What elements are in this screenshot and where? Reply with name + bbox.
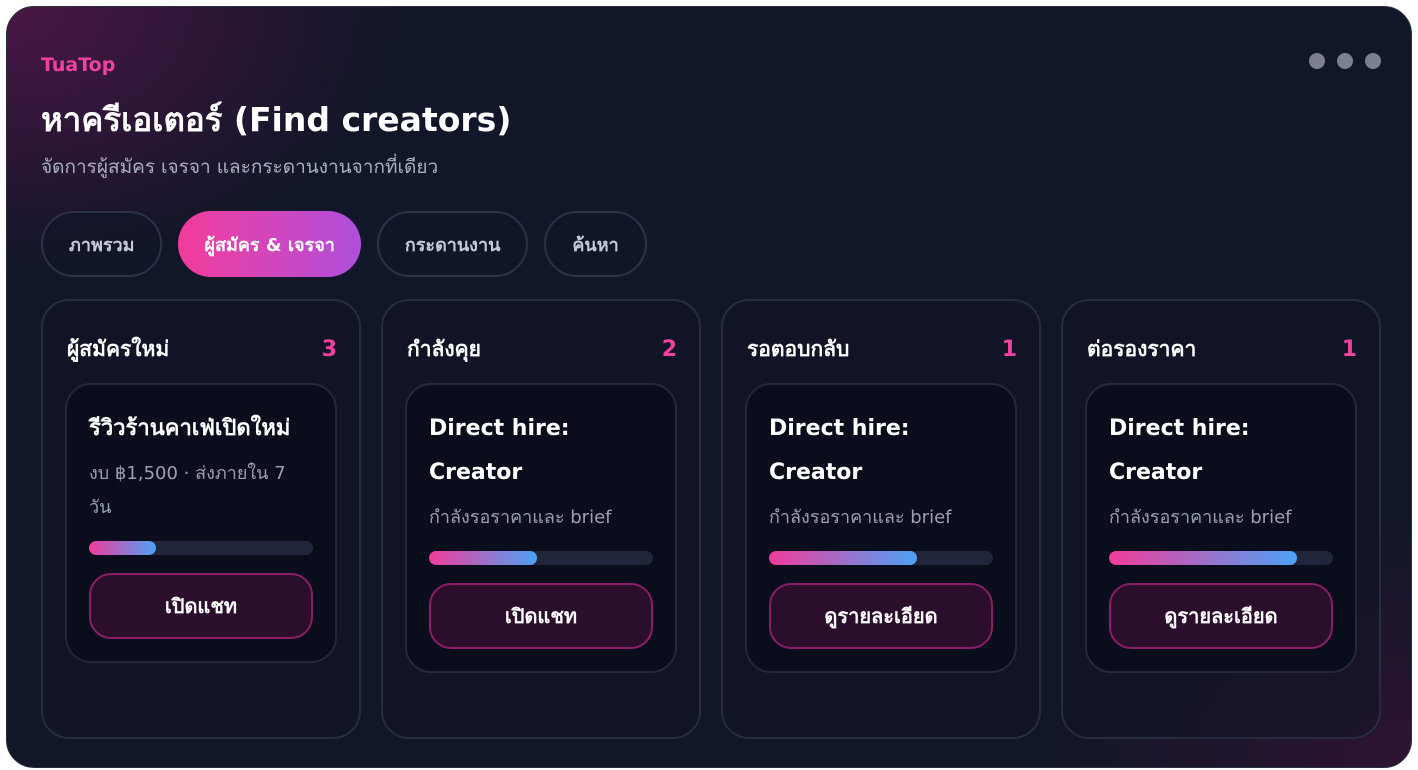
job-card[interactable]: Direct hire: Creator กำลังรอราคาและ brie… xyxy=(1085,383,1357,673)
job-card[interactable]: รีวิวร้านคาเฟ่เปิดใหม่ งบ ฿1,500 · ส่งภา… xyxy=(65,383,337,663)
tab-job-board[interactable]: กระดานงาน xyxy=(376,211,529,277)
view-details-button[interactable]: ดูรายละเอียด xyxy=(1109,583,1333,649)
job-card[interactable]: Direct hire: Creator กำลังรอราคาและ brie… xyxy=(405,383,677,673)
progress-fill xyxy=(89,541,157,555)
more-dot-icon xyxy=(1309,53,1325,69)
column-in-conversation: กำลังคุย 2 Direct hire: Creator กำลังรอร… xyxy=(381,299,701,739)
progress-fill xyxy=(1109,551,1298,565)
column-title: ผู้สมัครใหม่ xyxy=(67,337,170,361)
column-header: ผู้สมัครใหม่ 3 xyxy=(67,333,337,366)
brand-logo: TuaTop xyxy=(41,54,116,76)
card-title: Direct hire: Creator xyxy=(1109,416,1250,485)
tab-bar: ภาพรวม ผู้สมัคร & เจรจา กระดานงาน ค้นหา xyxy=(41,211,647,277)
progress-bar xyxy=(1109,551,1333,565)
card-title: รีวิวร้านคาเฟ่เปิดใหม่ xyxy=(89,416,291,441)
progress-fill xyxy=(769,551,917,565)
page-title: หาครีเอเตอร์ (Find creators) xyxy=(41,100,512,139)
column-title: รอตอบกลับ xyxy=(747,337,850,361)
progress-bar xyxy=(769,551,993,565)
open-chat-button[interactable]: เปิดแชท xyxy=(89,573,313,639)
card-subtitle: กำลังรอราคาและ brief xyxy=(429,507,612,528)
view-details-button[interactable]: ดูรายละเอียด xyxy=(769,583,993,649)
card-title: Direct hire: Creator xyxy=(429,416,570,485)
tab-search[interactable]: ค้นหา xyxy=(544,211,647,277)
card-subtitle: กำลังรอราคาและ brief xyxy=(769,507,952,528)
column-negotiating-price: ต่อรองราคา 1 Direct hire: Creator กำลังร… xyxy=(1061,299,1381,739)
column-count-badge: 1 xyxy=(1341,337,1357,362)
card-subtitle: งบ ฿1,500 · ส่งภายใน 7 วัน xyxy=(89,463,286,518)
column-count-badge: 3 xyxy=(321,337,337,362)
column-new-applicants: ผู้สมัครใหม่ 3 รีวิวร้านคาเฟ่เปิดใหม่ งบ… xyxy=(41,299,361,739)
column-header: รอตอบกลับ 1 xyxy=(747,333,1017,366)
card-subtitle: กำลังรอราคาและ brief xyxy=(1109,507,1292,528)
app-window: TuaTop หาครีเอเตอร์ (Find creators) จัดก… xyxy=(6,6,1412,768)
tab-applicants-negotiation[interactable]: ผู้สมัคร & เจรจา xyxy=(178,211,361,277)
progress-bar xyxy=(429,551,653,565)
tab-overview[interactable]: ภาพรวม xyxy=(41,211,163,277)
column-awaiting-reply: รอตอบกลับ 1 Direct hire: Creator กำลังรอ… xyxy=(721,299,1041,739)
progress-fill xyxy=(429,551,537,565)
more-options-menu[interactable] xyxy=(1309,53,1381,69)
job-card[interactable]: Direct hire: Creator กำลังรอราคาและ brie… xyxy=(745,383,1017,673)
column-header: กำลังคุย 2 xyxy=(407,333,677,366)
column-count-badge: 2 xyxy=(661,337,677,362)
more-dot-icon xyxy=(1365,53,1381,69)
card-title: Direct hire: Creator xyxy=(769,416,910,485)
open-chat-button[interactable]: เปิดแชท xyxy=(429,583,653,649)
progress-bar xyxy=(89,541,313,555)
column-title: กำลังคุย xyxy=(407,337,481,361)
page-subtitle: จัดการผู้สมัคร เจรจา และกระดานงานจากที่เ… xyxy=(41,156,439,178)
column-count-badge: 1 xyxy=(1001,337,1017,362)
column-header: ต่อรองราคา 1 xyxy=(1087,333,1357,366)
column-title: ต่อรองราคา xyxy=(1087,337,1197,361)
more-dot-icon xyxy=(1337,53,1353,69)
